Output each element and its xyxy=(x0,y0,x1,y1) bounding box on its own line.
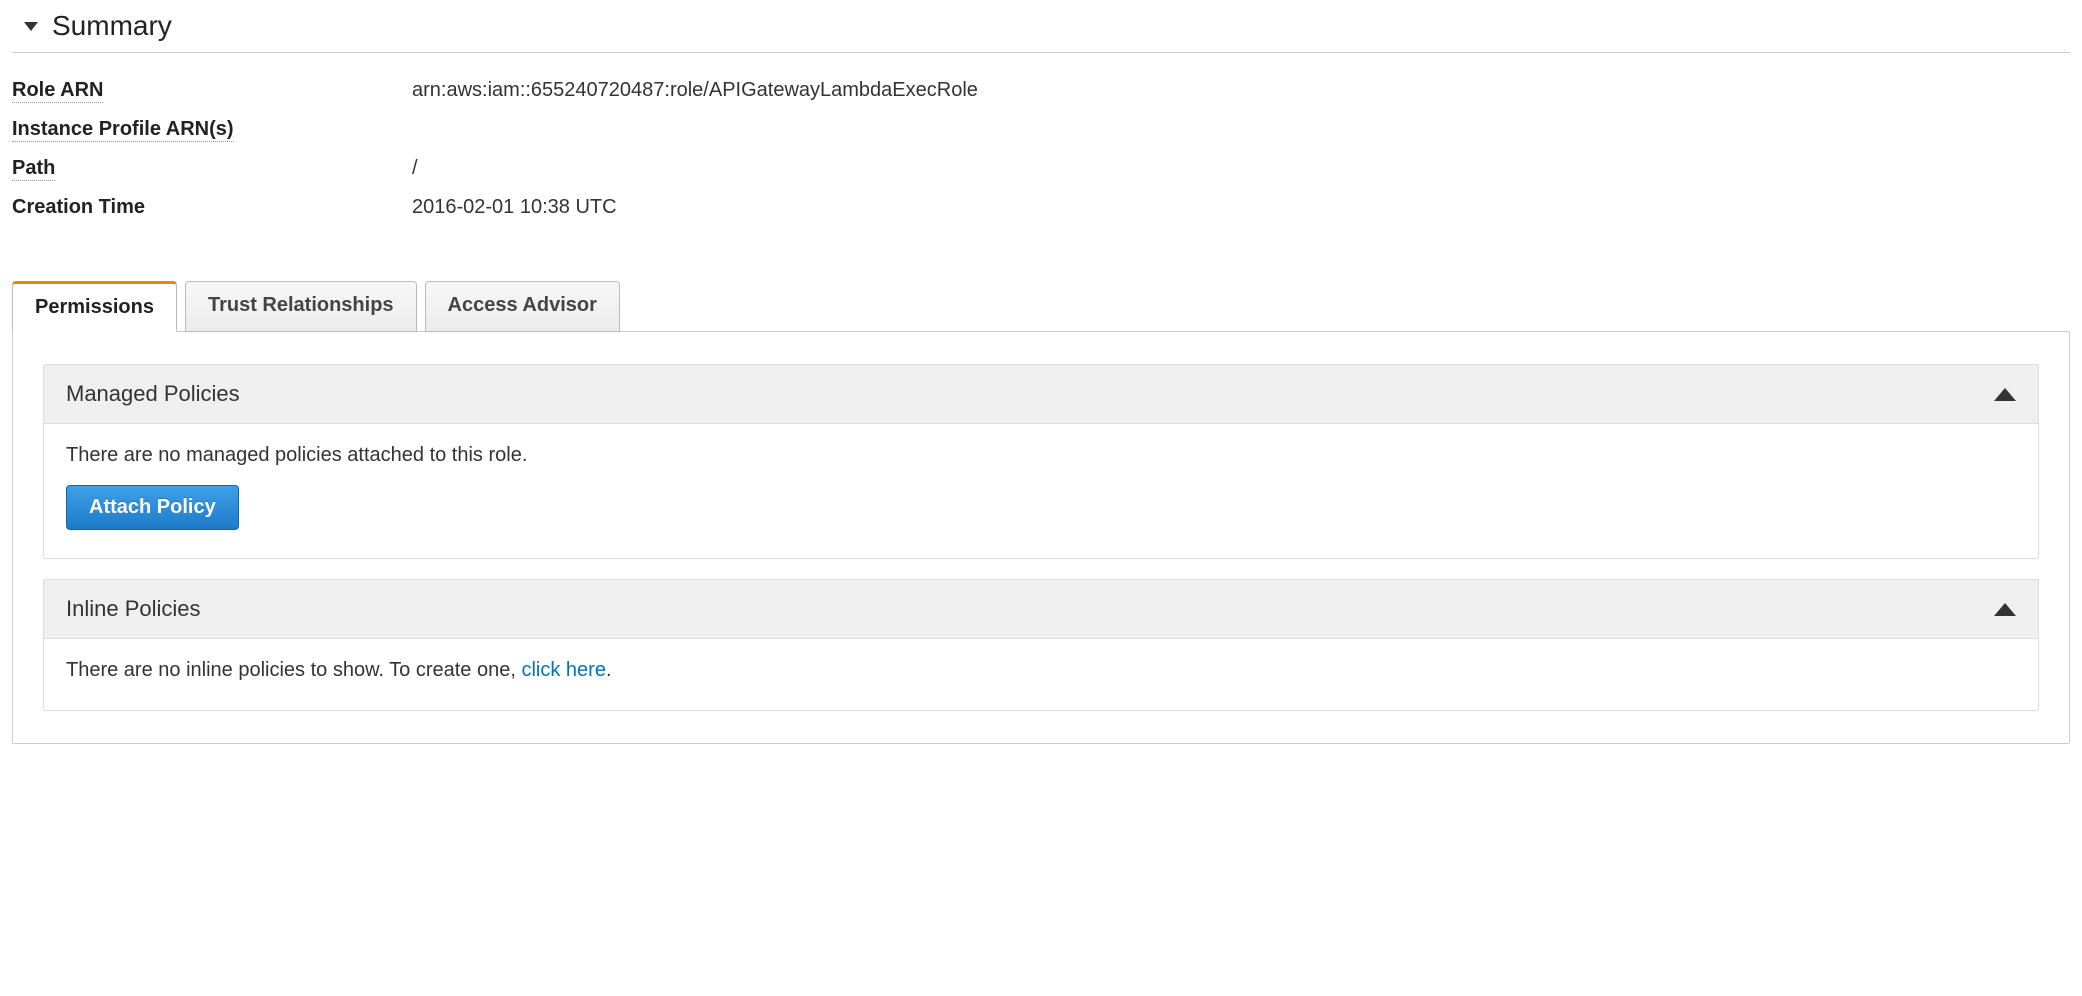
tab-access-advisor[interactable]: Access Advisor xyxy=(425,281,620,332)
summary-title: Summary xyxy=(52,10,172,42)
row-path: Path / xyxy=(12,149,2070,188)
header-inline-policies[interactable]: Inline Policies xyxy=(44,580,2038,639)
label-creation-time: Creation Time xyxy=(12,196,412,219)
summary-body: Role ARN arn:aws:iam::655240720487:role/… xyxy=(12,53,2070,261)
tabs: Permissions Trust Relationships Access A… xyxy=(12,281,2070,331)
label-role-arn: Role ARN xyxy=(12,79,412,102)
click-here-link[interactable]: click here xyxy=(521,659,605,681)
msg-managed-empty: There are no managed policies attached t… xyxy=(66,444,2016,467)
attach-policy-button[interactable]: Attach Policy xyxy=(66,485,239,530)
msg-inline-empty: There are no inline policies to show. To… xyxy=(66,659,2016,682)
section-managed-policies: Managed Policies There are no managed po… xyxy=(43,364,2039,559)
title-inline-policies: Inline Policies xyxy=(66,596,201,622)
tab-permissions[interactable]: Permissions xyxy=(12,281,177,332)
label-instance-profile: Instance Profile ARN(s) xyxy=(12,118,412,141)
tab-panel-permissions: Managed Policies There are no managed po… xyxy=(12,331,2070,744)
inline-suffix: . xyxy=(606,659,612,681)
summary-header[interactable]: Summary xyxy=(12,0,2070,53)
value-role-arn: arn:aws:iam::655240720487:role/APIGatewa… xyxy=(412,79,978,102)
value-creation-time: 2016-02-01 10:38 UTC xyxy=(412,196,617,219)
row-creation-time: Creation Time 2016-02-01 10:38 UTC xyxy=(12,188,2070,227)
body-inline-policies: There are no inline policies to show. To… xyxy=(44,639,2038,710)
inline-empty-prefix: There are no inline policies to show. To… xyxy=(66,659,521,681)
header-managed-policies[interactable]: Managed Policies xyxy=(44,365,2038,424)
section-inline-policies: Inline Policies There are no inline poli… xyxy=(43,579,2039,711)
chevron-up-icon xyxy=(1994,603,2016,616)
title-managed-policies: Managed Policies xyxy=(66,381,240,407)
row-role-arn: Role ARN arn:aws:iam::655240720487:role/… xyxy=(12,71,2070,110)
tab-trust-relationships[interactable]: Trust Relationships xyxy=(185,281,417,332)
label-path: Path xyxy=(12,157,412,180)
body-managed-policies: There are no managed policies attached t… xyxy=(44,424,2038,558)
caret-down-icon xyxy=(24,22,38,31)
row-instance-profile: Instance Profile ARN(s) xyxy=(12,110,2070,149)
value-path: / xyxy=(412,157,418,180)
chevron-up-icon xyxy=(1994,388,2016,401)
